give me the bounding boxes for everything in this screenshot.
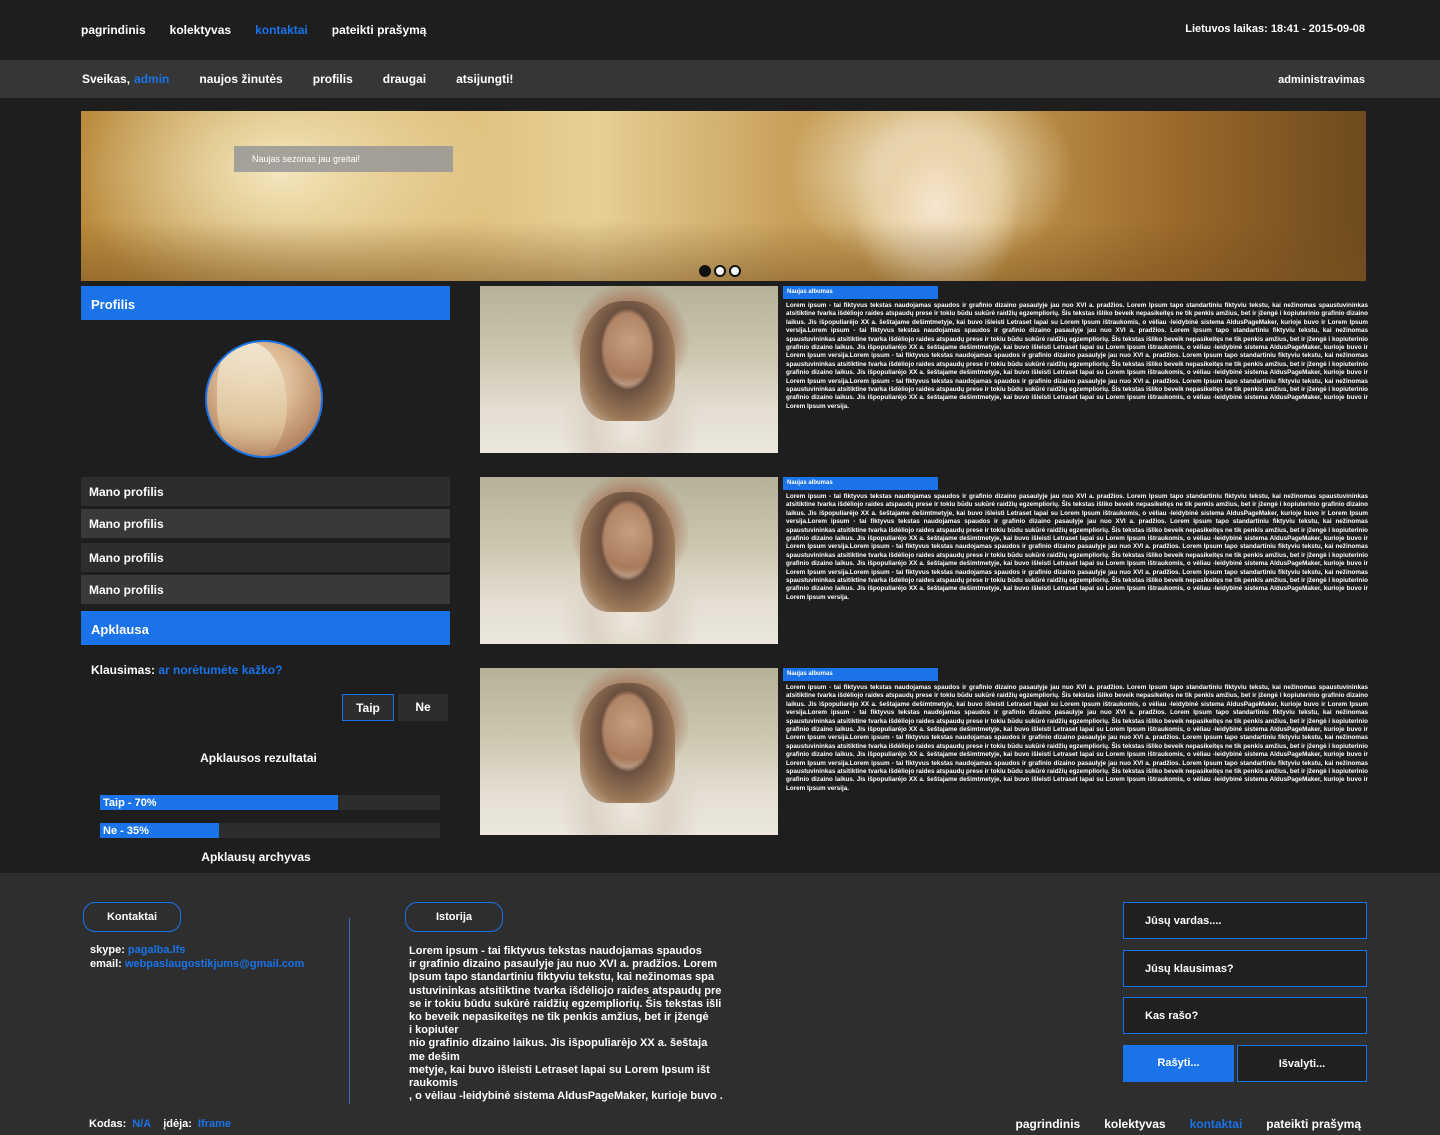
- poll-question-text: ar norėtumėte kažko?: [158, 663, 283, 677]
- user-nav-new-messages[interactable]: naujos žinutės: [199, 72, 282, 86]
- sidebar-item-my-profile[interactable]: Mano profilis: [81, 543, 450, 572]
- album-text: Lorem ipsum - tai fiktyvus tekstas naudo…: [786, 302, 1368, 410]
- poll-yes-button[interactable]: Taip: [342, 694, 394, 721]
- user-nav: Sveikas, admin naujos žinutės profilis d…: [82, 72, 513, 86]
- sidebar-item-my-profile[interactable]: Mano profilis: [81, 575, 450, 604]
- poll-question-label: Klausimas:: [91, 663, 156, 677]
- poll-result-bar-no: Ne - 35%: [100, 823, 440, 838]
- greeting: Sveikas, admin: [82, 72, 169, 86]
- code-label: Kodas:: [89, 1118, 127, 1130]
- avatar[interactable]: [205, 340, 323, 458]
- hero-banner: Naujas sezonas jau greitai!: [81, 111, 1366, 281]
- footer-nav-pagrindinis[interactable]: pagrindinis: [1016, 1117, 1081, 1131]
- nav-item-pateikti-prasyma[interactable]: pateikti prašymą: [332, 23, 427, 37]
- contacts-heading: Kontaktai: [83, 902, 181, 932]
- clear-button[interactable]: Išvalyti...: [1237, 1045, 1367, 1082]
- poll-archive-link[interactable]: Apklausų archyvas: [81, 850, 431, 864]
- admin-link[interactable]: administravimas: [1278, 74, 1365, 86]
- poll-result-label: Taip - 70%: [103, 797, 157, 809]
- poll-result-label: Ne - 35%: [103, 825, 149, 837]
- nav-item-kontaktai[interactable]: kontaktai: [255, 23, 308, 37]
- top-bar: pagrindinis kolektyvas kontaktai pateikt…: [0, 0, 1440, 60]
- main-nav: pagrindinis kolektyvas kontaktai pateikt…: [81, 23, 426, 37]
- nav-item-kolektyvas[interactable]: kolektyvas: [170, 23, 231, 37]
- nav-item-pagrindinis[interactable]: pagrindinis: [81, 23, 146, 37]
- profile-header: Profilis: [81, 286, 450, 320]
- album-text: Lorem ipsum - tai fiktyvus tekstas naudo…: [786, 684, 1368, 792]
- email-label: email:: [90, 958, 122, 970]
- user-nav-logout[interactable]: atsijungti!: [456, 72, 513, 86]
- name-field[interactable]: Jūsų vardas....: [1123, 902, 1367, 939]
- footer-nav-pateikti-prasyma[interactable]: pateikti prašymą: [1266, 1117, 1361, 1131]
- poll-results-title: Apklausos rezultatai: [200, 751, 317, 765]
- album-tag[interactable]: Naujas albumas: [783, 477, 938, 490]
- slider-dot-3[interactable]: [729, 265, 741, 277]
- email-link[interactable]: webpaslaugostikjums@gmail.com: [125, 958, 304, 970]
- history-heading: Istorija: [405, 902, 503, 932]
- local-time: Lietuvos laikas: 18:41 - 2015-09-08: [1185, 23, 1365, 35]
- idea-label: įdėja:: [163, 1118, 192, 1130]
- credits: Kodas: N/A įdėja: Iframe: [89, 1118, 237, 1130]
- question-field[interactable]: Jūsų klausimas?: [1123, 950, 1367, 987]
- poll-result-bar-yes: Taip - 70%: [100, 795, 440, 810]
- album-tag[interactable]: Naujas albumas: [783, 286, 938, 299]
- author-field[interactable]: Kas rašo?: [1123, 997, 1367, 1034]
- album-tag[interactable]: Naujas albumas: [783, 668, 938, 681]
- footer-nav-kolektyvas[interactable]: kolektyvas: [1104, 1117, 1165, 1131]
- sidebar-item-my-profile[interactable]: Mano profilis: [81, 477, 450, 506]
- submit-button[interactable]: Rašyti...: [1123, 1045, 1234, 1082]
- poll-no-button[interactable]: Ne: [398, 694, 448, 721]
- footer-nav-kontaktai[interactable]: kontaktai: [1190, 1117, 1243, 1131]
- album-photo[interactable]: [480, 668, 778, 835]
- footer-divider: [349, 918, 350, 1104]
- poll-question: Klausimas: ar norėtumėte kažko?: [91, 663, 282, 677]
- code-value[interactable]: N/A: [132, 1118, 151, 1130]
- poll-header: Apklausa: [81, 611, 450, 645]
- banner-caption: Naujas sezonas jau greitai!: [234, 146, 453, 172]
- album-photo[interactable]: [480, 477, 778, 644]
- skype-line: skype: pagalba.lfs: [90, 943, 304, 957]
- slider-dot-1[interactable]: [699, 265, 711, 277]
- username-link[interactable]: admin: [134, 72, 169, 86]
- album-text: Lorem ipsum - tai fiktyvus tekstas naudo…: [786, 493, 1368, 601]
- slider-dot-2[interactable]: [714, 265, 726, 277]
- sidebar-item-my-profile[interactable]: Mano profilis: [81, 509, 450, 538]
- user-nav-profile[interactable]: profilis: [313, 72, 353, 86]
- history-text: Lorem ipsum - tai fiktyvus tekstas naudo…: [409, 945, 723, 1103]
- greeting-text: Sveikas,: [82, 72, 131, 86]
- idea-value[interactable]: Iframe: [198, 1118, 231, 1130]
- album-photo[interactable]: [480, 286, 778, 453]
- contact-info: skype: pagalba.lfs email: webpaslaugosti…: [90, 943, 304, 971]
- footer-nav: pagrindinis kolektyvas kontaktai pateikt…: [1016, 1117, 1361, 1131]
- skype-link[interactable]: pagalba.lfs: [128, 944, 185, 956]
- user-bar: Sveikas, admin naujos žinutės profilis d…: [0, 60, 1440, 98]
- user-nav-friends[interactable]: draugai: [383, 72, 426, 86]
- skype-label: skype:: [90, 944, 125, 956]
- email-line: email: webpaslaugostikjums@gmail.com: [90, 957, 304, 971]
- slider-dots: [699, 265, 741, 277]
